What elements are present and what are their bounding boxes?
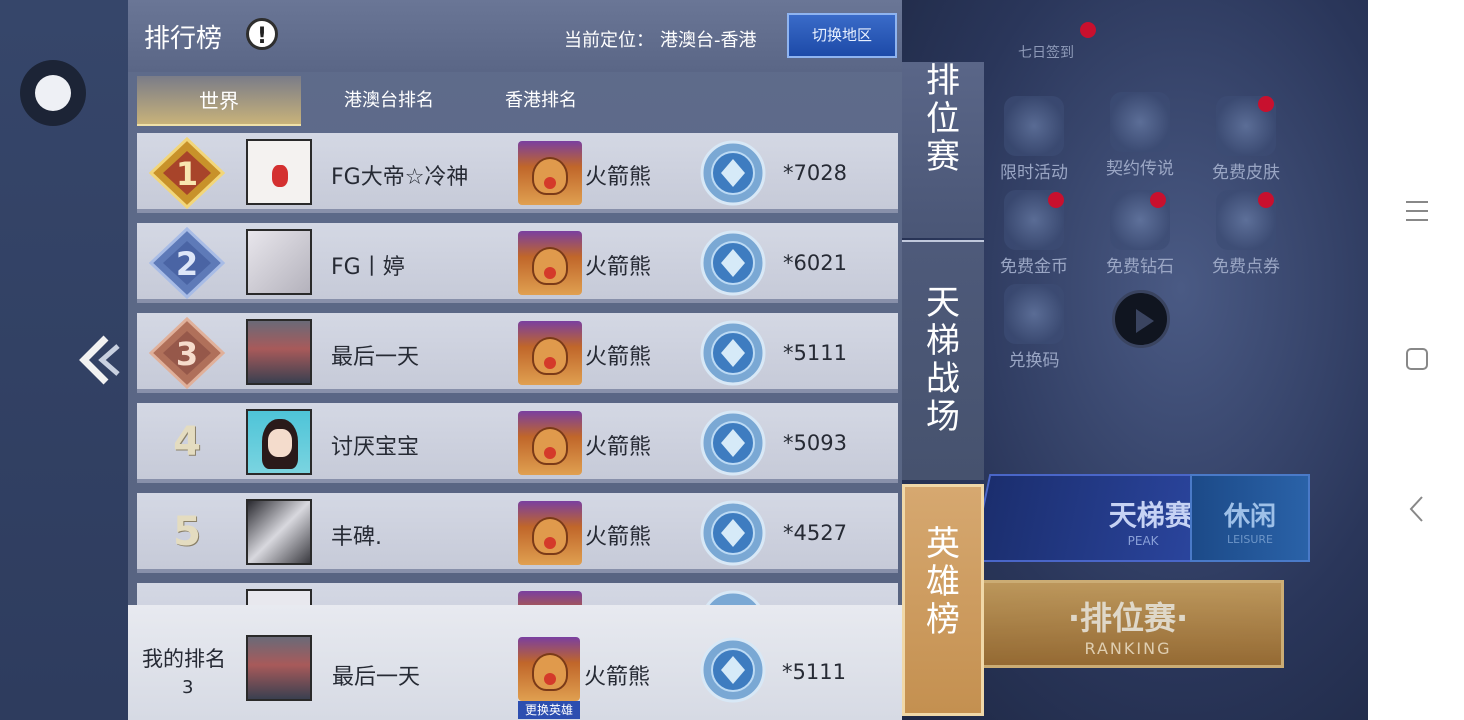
notification-dot (1258, 192, 1274, 208)
avatar[interactable] (246, 499, 312, 565)
my-player-name: 最后一天 (332, 665, 421, 690)
hero-portrait (518, 231, 582, 295)
svg-text:1: 1 (176, 155, 198, 193)
redeem-code-icon[interactable]: 兑换码 (994, 284, 1074, 371)
notification-dot (1048, 192, 1064, 208)
square-icon[interactable] (1402, 344, 1432, 374)
free-skin-icon[interactable]: 免费皮肤 (1206, 96, 1286, 183)
score: *6021 (783, 251, 847, 275)
score: *4527 (783, 521, 847, 545)
svg-text:2: 2 (176, 245, 198, 283)
double-chevron-left-icon[interactable] (76, 334, 124, 386)
my-score: *5111 (782, 660, 846, 684)
leaderboard-panel: 排行榜 ! 当前定位： 港澳台-香港 切换地区 世界 港澳台排名 香港排名 1 … (128, 0, 902, 720)
my-rank-row: 我的排名 3 最后一天 更换英雄 火箭熊 *5111 (128, 605, 902, 720)
leisure-mode-button[interactable]: 休闲 LEISURE (1190, 474, 1310, 562)
table-row[interactable]: 1 FG大帝☆冷神 火箭熊 *7028 (137, 133, 898, 213)
ranking-mode-button[interactable]: ·排位赛· RANKING (972, 580, 1284, 668)
hero-name: 火箭熊 (585, 255, 652, 280)
score: *7028 (783, 161, 847, 185)
notification-dot (1150, 192, 1166, 208)
tab-ranked[interactable]: 排位赛 (902, 62, 984, 238)
avatar[interactable] (246, 409, 312, 475)
notification-dot (1258, 96, 1274, 112)
diamond-medal-icon (700, 320, 766, 386)
tab-hong-kong[interactable]: 香港排名 (477, 76, 605, 126)
change-hero-button[interactable]: 更换英雄 (518, 701, 580, 719)
diamond-medal-icon (700, 637, 766, 703)
hero-portrait (518, 141, 582, 205)
player-name: 丰碑. (331, 525, 382, 550)
my-rank-number: 3 (182, 677, 194, 698)
diamond-medal-icon (700, 140, 766, 206)
table-row[interactable] (137, 583, 898, 605)
hero-portrait (518, 591, 582, 605)
chevron-left-icon[interactable] (1402, 494, 1432, 524)
tab-world[interactable]: 世界 (137, 76, 301, 126)
rank-number: 4 (173, 419, 201, 465)
location-label: 当前定位： (564, 30, 654, 51)
avatar[interactable] (246, 319, 312, 385)
hero-name: 火箭熊 (585, 345, 652, 370)
switch-region-button[interactable]: 切换地区 (787, 13, 897, 58)
hamburger-icon[interactable] (1402, 196, 1432, 226)
contract-legend-icon[interactable]: 契约传说 (1100, 92, 1180, 179)
leaderboard-category-tabs: 排位赛 天梯战场 英雄榜 (902, 0, 984, 720)
hero-portrait (518, 501, 582, 565)
table-row[interactable]: 2 FG丨婷 火箭熊 *6021 (137, 223, 898, 303)
table-row[interactable]: 3 最后一天 火箭熊 *5111 (137, 313, 898, 393)
diamond-medal-icon (700, 410, 766, 476)
floating-ball-icon[interactable] (20, 60, 86, 126)
panel-title: 排行榜 (144, 24, 223, 54)
ranking-list[interactable]: 1 FG大帝☆冷神 火箭熊 *7028 2 FG丨婷 火箭熊 *6021 3 最… (137, 133, 898, 605)
tab-hero-board[interactable]: 英雄榜 (902, 484, 984, 716)
avatar[interactable] (246, 635, 312, 701)
silver-rank-badge-icon: 2 (148, 226, 226, 300)
player-name: FG大帝☆冷神 (331, 165, 469, 190)
gold-rank-badge-icon: 1 (148, 136, 226, 210)
my-rank-label: 我的排名 (142, 647, 226, 671)
avatar[interactable] (246, 589, 312, 605)
player-name: 讨厌宝宝 (331, 435, 420, 460)
free-coupon-icon[interactable]: 免费点券 (1206, 190, 1286, 277)
score: *5093 (783, 431, 847, 455)
table-row[interactable]: 4 讨厌宝宝 火箭熊 *5093 (137, 403, 898, 483)
info-icon[interactable]: ! (246, 18, 278, 50)
player-name: 最后一天 (331, 345, 420, 370)
bronze-rank-badge-icon: 3 (148, 316, 226, 390)
limited-event-icon[interactable]: 限时活动 (994, 96, 1074, 183)
panel-header: 排行榜 ! 当前定位： 港澳台-香港 切换地区 (128, 0, 902, 72)
hero-name: 火箭熊 (585, 525, 652, 550)
score: *5111 (783, 341, 847, 365)
sound-icon[interactable] (1112, 290, 1170, 348)
hero-portrait (518, 411, 582, 475)
svg-text:3: 3 (176, 335, 198, 373)
diamond-medal-icon (700, 230, 766, 296)
seven-day-signin[interactable]: 七日签到 (1018, 42, 1074, 62)
avatar[interactable] (246, 139, 312, 205)
my-hero-portrait[interactable] (518, 637, 580, 701)
tab-ladder-battlefield[interactable]: 天梯战场 (902, 240, 984, 480)
region-tabs: 世界 港澳台排名 香港排名 (137, 76, 897, 128)
diamond-medal-icon (700, 500, 766, 566)
notification-dot (1080, 22, 1096, 38)
left-strip (0, 0, 128, 720)
hero-portrait (518, 321, 582, 385)
tab-hk-macau-taiwan[interactable]: 港澳台排名 (315, 76, 463, 126)
diamond-medal-icon (705, 590, 761, 605)
player-name: FG丨婷 (331, 255, 405, 280)
avatar[interactable] (246, 229, 312, 295)
location-value: 港澳台-香港 (660, 30, 757, 51)
free-diamond-icon[interactable]: 免费钻石 (1100, 190, 1180, 277)
my-hero-name: 火箭熊 (584, 665, 651, 690)
hero-name: 火箭熊 (585, 165, 652, 190)
system-nav-bar (1368, 0, 1464, 720)
hero-name: 火箭熊 (585, 435, 652, 460)
rank-number: 5 (173, 509, 201, 555)
table-row[interactable]: 5 丰碑. 火箭熊 *4527 (137, 493, 898, 573)
